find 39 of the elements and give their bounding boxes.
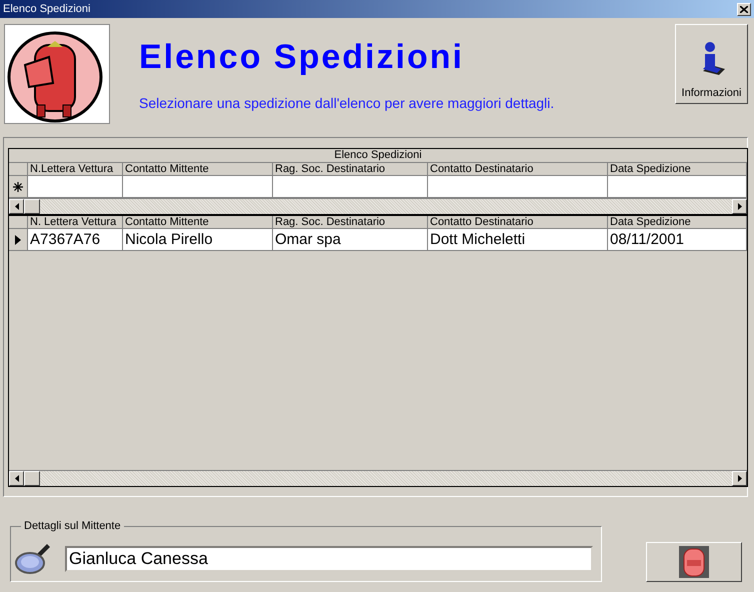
scroll-left-icon: [14, 475, 18, 482]
scroll-right-button[interactable]: [732, 471, 747, 486]
table-cell: 08/11/2001: [608, 229, 747, 251]
sender-name-field[interactable]: Gianluca Canessa: [65, 546, 593, 572]
mailbox-icon: [679, 546, 709, 578]
info-button[interactable]: Informazioni: [675, 24, 748, 104]
filter-cell[interactable]: [428, 176, 608, 198]
scroll-right-icon: [738, 475, 742, 482]
new-record-icon: [13, 182, 23, 192]
row-selector[interactable]: [9, 229, 28, 251]
scroll-right-button[interactable]: [732, 199, 747, 214]
scroll-right-icon: [738, 203, 742, 210]
filter-cell[interactable]: [28, 176, 123, 198]
row-selector[interactable]: [9, 176, 28, 198]
table-cell: A7367A76: [28, 229, 123, 251]
grid-caption: Elenco Spedizioni: [9, 149, 747, 163]
current-row-icon: [15, 234, 21, 244]
close-button[interactable]: [737, 2, 751, 16]
table-cell: Dott Micheletti: [428, 229, 608, 251]
filter-cell[interactable]: [608, 176, 747, 198]
scroll-left-icon: [14, 203, 18, 210]
table-cell: Omar spa: [273, 229, 428, 251]
horizontal-scrollbar[interactable]: [9, 198, 747, 214]
exit-button[interactable]: [646, 542, 742, 582]
page-title: Elenco Spedizioni: [139, 38, 465, 77]
filter-cell[interactable]: [123, 176, 273, 198]
close-icon: [740, 6, 748, 12]
scroll-thumb[interactable]: [24, 199, 40, 214]
mailbox-logo-icon: [4, 24, 110, 124]
scroll-left-button[interactable]: [9, 471, 24, 486]
scroll-thumb[interactable]: [24, 471, 40, 486]
filter-cell[interactable]: [273, 176, 428, 198]
scroll-left-button[interactable]: [9, 199, 24, 214]
group-label: Dettagli sul Mittente: [23, 520, 122, 532]
window-title: Elenco Spedizioni: [3, 3, 90, 15]
magnifier-icon: [15, 542, 51, 576]
table-cell: Nicola Pirello: [123, 229, 273, 251]
instruction-text: Selezionare una spedizione dall'elenco per avere maggiori dettagli.: [139, 95, 554, 111]
horizontal-scrollbar[interactable]: [9, 470, 747, 486]
